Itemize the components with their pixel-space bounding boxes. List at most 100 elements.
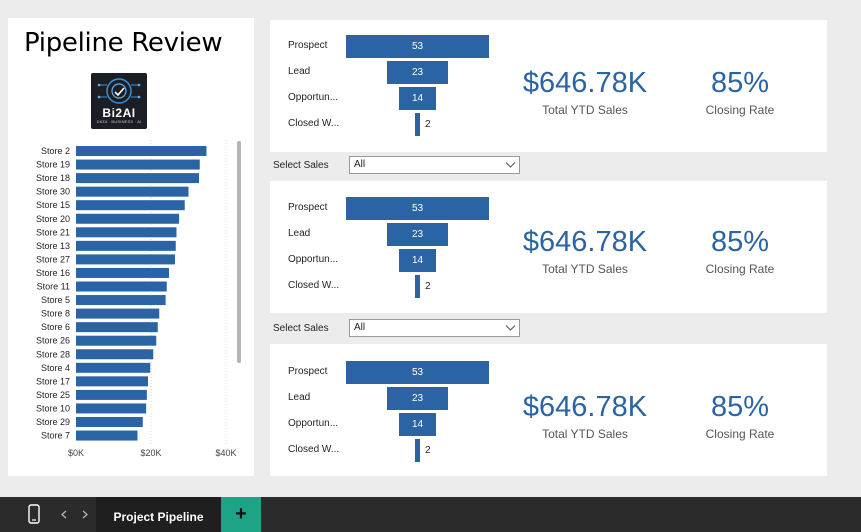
x-tick-label: $20K xyxy=(140,448,161,458)
y-category-label: Store 11 xyxy=(37,282,70,292)
x-tick-label: $0K xyxy=(68,448,84,458)
y-category-label: Store 6 xyxy=(41,322,70,332)
previous-page-icon[interactable] xyxy=(60,510,68,519)
funnel-bar-prospect[interactable]: 53 xyxy=(346,35,489,58)
tab-project-pipeline[interactable]: Project Pipeline xyxy=(96,497,221,532)
funnel-value-closed-won: 2 xyxy=(425,119,431,130)
y-category-label: Store 4 xyxy=(41,363,70,373)
kpi-closing-rate-value: 85% xyxy=(710,67,770,99)
funnel-label: Prospect xyxy=(288,366,328,377)
bar[interactable] xyxy=(76,403,147,414)
bar[interactable] xyxy=(76,335,157,346)
chevron-down-icon xyxy=(505,325,516,331)
bar[interactable] xyxy=(76,173,199,184)
chevron-down-icon xyxy=(505,162,516,168)
left-panel: Pipeline Review Bi2AI DATA · BUSINESS · … xyxy=(8,18,254,476)
slicer-label: Select Sales xyxy=(273,160,329,171)
company-logo: Bi2AI DATA · BUSINESS · AI xyxy=(91,73,147,129)
funnel-bar-opportunity[interactable]: 14 xyxy=(399,413,436,436)
logo-text: Bi2AI xyxy=(102,106,136,120)
kpi-closing-rate-value: 85% xyxy=(710,391,770,423)
funnel-bar-lead[interactable]: 23 xyxy=(387,387,448,410)
y-category-label: Store 25 xyxy=(36,390,70,400)
funnel-label: Lead xyxy=(288,66,311,77)
y-category-label: Store 10 xyxy=(36,403,70,413)
funnel-label: Prospect xyxy=(288,202,328,213)
funnel-label: Opportun... xyxy=(288,254,339,265)
bar[interactable] xyxy=(76,186,189,197)
mobile-layout-icon[interactable] xyxy=(28,504,40,524)
store-sales-bar-chart: $0K $20K $40K Store 2 Store 19 Store 18 Store … xyxy=(36,140,237,458)
funnel-value-closed-won: 2 xyxy=(425,445,431,456)
bar[interactable] xyxy=(76,254,175,265)
chart-scrollbar[interactable] xyxy=(237,141,241,363)
funnel-bar-prospect[interactable]: 53 xyxy=(346,197,489,220)
funnel-bar-closed-won[interactable] xyxy=(415,439,420,462)
next-page-icon[interactable] xyxy=(81,510,89,519)
funnel-bar-lead[interactable]: 23 xyxy=(387,61,448,84)
bar[interactable] xyxy=(76,227,177,238)
bar[interactable] xyxy=(76,281,167,292)
funnel-label: Closed W... xyxy=(288,118,340,129)
y-category-label: Store 15 xyxy=(36,200,70,210)
bar[interactable] xyxy=(76,240,176,251)
bar[interactable] xyxy=(76,322,158,333)
kpi-total-sales-label: Total YTD Sales xyxy=(542,103,628,117)
bar[interactable] xyxy=(76,389,147,400)
kpi-total-sales-value: $646.78K xyxy=(522,391,648,423)
funnel-bar-closed-won[interactable] xyxy=(415,275,420,298)
bar[interactable] xyxy=(76,146,207,156)
x-axis-title: Sales xyxy=(138,460,164,471)
funnel-label: Prospect xyxy=(288,40,328,51)
y-category-label: Store 26 xyxy=(36,336,70,346)
sales-slicer-dropdown[interactable]: All xyxy=(349,319,520,337)
page-title: Pipeline Review xyxy=(24,28,223,58)
funnel-label: Lead xyxy=(288,228,311,239)
y-category-label: Store 21 xyxy=(36,227,70,237)
bar[interactable] xyxy=(76,295,166,306)
funnel-value-closed-won: 2 xyxy=(425,281,431,292)
bar[interactable] xyxy=(76,376,148,387)
report-canvas: Pipeline Review Bi2AI DATA · BUSINESS · … xyxy=(0,0,861,497)
slicer-value: All xyxy=(354,159,366,170)
y-category-label: Store 7 xyxy=(41,431,70,441)
funnel-label: Closed W... xyxy=(288,444,340,455)
add-page-button[interactable]: + xyxy=(221,497,261,532)
bar[interactable] xyxy=(76,417,143,427)
funnel-bar-opportunity[interactable]: 14 xyxy=(399,249,436,272)
kpi-closing-rate-label: Closing Rate xyxy=(705,103,775,117)
kpi-closing-rate-label: Closing Rate xyxy=(705,262,775,276)
kpi-closing-rate-value: 85% xyxy=(710,226,770,258)
kpi-closing-rate-label: Closing Rate xyxy=(705,427,775,441)
bar[interactable] xyxy=(76,200,185,211)
kpi-total-sales-value: $646.78K xyxy=(522,67,648,99)
y-category-label: Store 18 xyxy=(36,173,70,183)
pipeline-panel-2: Prospect Lead Opportun... Closed W... 53… xyxy=(270,181,827,313)
y-category-label: Store 29 xyxy=(36,417,70,427)
slicer-value: All xyxy=(354,322,366,333)
funnel-bar-opportunity[interactable]: 14 xyxy=(399,87,436,110)
bar[interactable] xyxy=(76,430,138,441)
y-category-label: Store 16 xyxy=(36,268,70,278)
bar[interactable] xyxy=(76,267,169,278)
kpi-total-sales-value: $646.78K xyxy=(522,226,648,258)
bar[interactable] xyxy=(76,213,180,224)
bar[interactable] xyxy=(76,349,154,360)
bar[interactable] xyxy=(76,308,160,319)
kpi-total-sales-label: Total YTD Sales xyxy=(542,427,628,441)
bar[interactable] xyxy=(76,362,151,373)
bar[interactable] xyxy=(76,159,200,170)
y-category-label: Store 5 xyxy=(41,295,70,305)
y-category-label: Store 2 xyxy=(41,146,70,156)
funnel-label: Lead xyxy=(288,392,311,403)
y-category-label: Store 17 xyxy=(36,376,70,386)
sales-slicer-dropdown[interactable]: All xyxy=(349,156,520,174)
y-category-label: Store 20 xyxy=(36,214,70,224)
y-axis-title: Store xyxy=(12,281,24,306)
funnel-bar-lead[interactable]: 23 xyxy=(387,223,448,246)
y-category-label: Store 8 xyxy=(41,309,70,319)
funnel-bar-prospect[interactable]: 53 xyxy=(346,361,489,384)
funnel-bar-closed-won[interactable] xyxy=(415,113,420,136)
logo-circuit-icon xyxy=(97,78,141,104)
pipeline-panel-1: Prospect Lead Opportun... Closed W... 53… xyxy=(270,20,827,152)
